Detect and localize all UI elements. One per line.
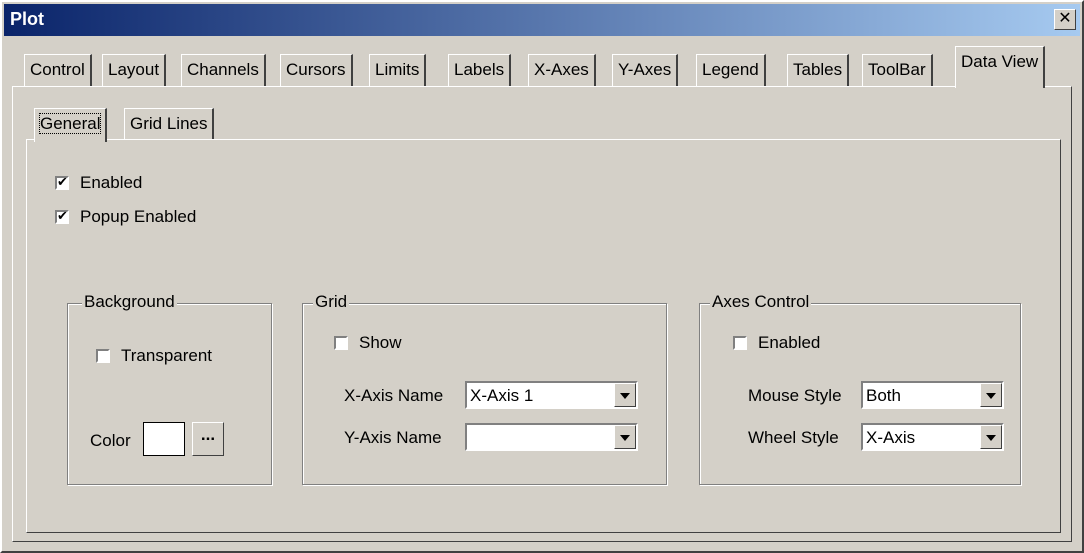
tab-channels[interactable]: Channels <box>181 54 266 86</box>
popup-enabled-check-icon[interactable] <box>55 208 69 224</box>
grid-show-checkbox[interactable]: Show <box>334 333 402 353</box>
wheel-style-label: Wheel Style <box>748 428 839 447</box>
mouse-style-label: Mouse Style <box>748 386 842 405</box>
close-button[interactable]: ✕ <box>1054 9 1076 30</box>
title-bar[interactable]: Plot ✕ <box>4 4 1080 36</box>
chevron-down-icon[interactable] <box>980 383 1002 407</box>
background-group-title: Background <box>82 292 177 312</box>
enabled-check-icon[interactable] <box>55 174 69 190</box>
chevron-down-icon[interactable] <box>980 425 1002 449</box>
tab-layout[interactable]: Layout <box>102 54 167 86</box>
tab-tables[interactable]: Tables <box>787 54 850 86</box>
x-axis-name-select[interactable]: X-Axis 1 <box>465 381 638 409</box>
chevron-down-icon[interactable] <box>614 383 636 407</box>
tab-cursors[interactable]: Cursors <box>280 54 353 86</box>
popup-enabled-label: Popup Enabled <box>80 207 197 226</box>
color-label: Color <box>90 431 131 450</box>
axes-enabled-checkbox[interactable]: Enabled <box>733 333 820 353</box>
y-axis-name-select[interactable] <box>465 423 638 451</box>
background-group: Background <box>67 292 272 485</box>
tab-control[interactable]: Control <box>24 54 92 86</box>
enabled-checkbox[interactable]: Enabled <box>55 173 142 193</box>
mouse-style-value: Both <box>866 386 901 405</box>
color-browse-button[interactable]: ... <box>192 422 224 456</box>
subtab-grid-lines[interactable]: Grid Lines <box>124 108 215 140</box>
y-axis-name-label: Y-Axis Name <box>344 428 442 447</box>
subtab-general-label: General <box>38 113 102 134</box>
transparent-check-icon[interactable] <box>96 349 110 363</box>
grid-show-check-icon[interactable] <box>334 336 348 350</box>
tab-toolbar[interactable]: ToolBar <box>862 54 933 86</box>
grid-show-label: Show <box>359 333 402 352</box>
grid-group-title: Grid <box>313 292 350 312</box>
wheel-style-value: X-Axis <box>866 428 916 447</box>
x-axis-name-value: X-Axis 1 <box>470 386 534 405</box>
chevron-down-icon[interactable] <box>614 425 636 449</box>
mouse-style-select[interactable]: Both <box>861 381 1004 409</box>
axes-enabled-check-icon[interactable] <box>733 336 747 350</box>
tab-limits[interactable]: Limits <box>369 54 427 86</box>
axes-control-group-title: Axes Control <box>710 292 812 312</box>
color-swatch[interactable] <box>143 422 185 456</box>
subtab-grid-lines-label: Grid Lines <box>130 114 208 133</box>
transparent-checkbox[interactable]: Transparent <box>96 346 212 366</box>
popup-enabled-checkbox[interactable]: Popup Enabled <box>55 207 196 227</box>
window-title: Plot <box>10 9 44 29</box>
tab-x-axes[interactable]: X-Axes <box>528 54 596 86</box>
tab-data-view[interactable]: Data View <box>955 46 1046 88</box>
wheel-style-select[interactable]: X-Axis <box>861 423 1004 451</box>
x-axis-name-label: X-Axis Name <box>344 386 444 405</box>
transparent-label: Transparent <box>121 346 213 365</box>
tab-legend[interactable]: Legend <box>696 54 766 86</box>
enabled-label: Enabled <box>80 173 143 192</box>
axes-enabled-label: Enabled <box>758 333 821 352</box>
tab-y-axes[interactable]: Y-Axes <box>612 54 679 86</box>
subtab-general[interactable]: General <box>34 108 108 142</box>
tab-labels[interactable]: Labels <box>448 54 512 86</box>
